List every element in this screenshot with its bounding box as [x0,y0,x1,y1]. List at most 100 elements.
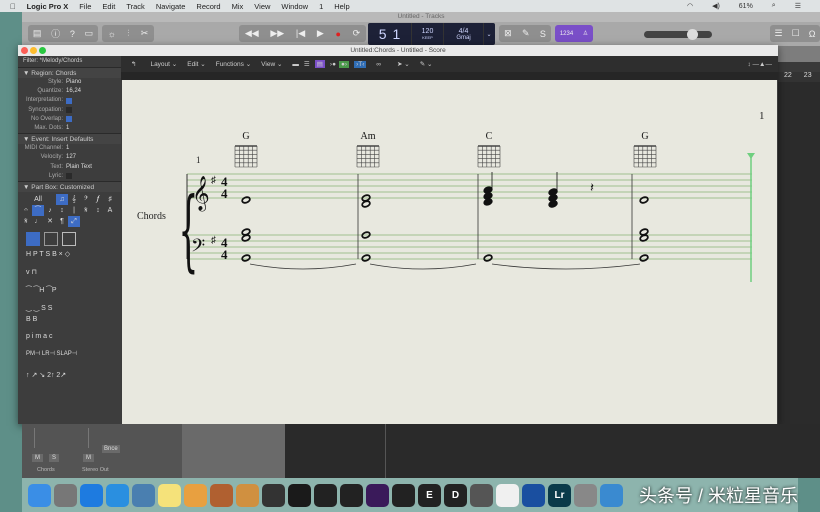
checkbox[interactable] [66,173,72,180]
dock-garageband-icon[interactable] [210,483,233,507]
partbox-dynamics[interactable]: 𝆑 [92,194,104,205]
partbox-l[interactable]: ✕ [44,216,56,227]
fingering-symbols[interactable]: p i m a c [18,333,121,340]
dock-safari-icon[interactable] [106,483,129,507]
toolbar-icon[interactable]: ▭ [85,28,94,39]
wifi-icon[interactable]: ◠ [687,2,693,10]
midi-in-icon[interactable]: ›● [330,61,336,68]
inspector-row[interactable]: Lyric: [18,172,121,181]
dock-notes-icon[interactable] [158,483,181,507]
menu-navigate[interactable]: Navigate [156,2,186,11]
chord-grid-medium-icon[interactable] [44,231,58,246]
tab-symbols-3[interactable]: ‿ ‿ S S [18,304,121,312]
menu-view[interactable]: View [254,2,270,11]
partbox-h[interactable]: ↕ [92,205,104,216]
technique-symbols[interactable]: PM⊣ LR⊣ SLAP⊣ [18,350,121,357]
event-header[interactable]: ▼ Event: Insert Defaults [18,133,121,145]
help-icon[interactable]: ? [70,29,75,39]
mute-button-chords[interactable]: M [32,454,43,462]
chord-grid-large-icon[interactable] [62,231,76,246]
dock-logic-icon[interactable] [262,483,285,507]
play-icon[interactable]: ▶ [317,28,324,39]
menu-track[interactable]: Track [126,2,144,11]
pencil-tool[interactable]: ✎ ⌄ [420,60,433,68]
editors-icon[interactable]: ✂ [141,28,149,39]
partbox-header[interactable]: ▼ Part Box: Customized [18,180,121,192]
dock-affinity-icon[interactable] [288,483,311,507]
dock-preview-icon[interactable] [132,483,155,507]
inspector-value[interactable]: 127 [66,153,76,162]
tab-symbols-2[interactable]: ⁀ ⁀H ⁀P [18,286,121,294]
inspector-value[interactable]: 1 [66,124,69,133]
cycle-icon[interactable]: ⟳ [353,28,361,39]
score-page[interactable]: {Chords 1 1 𝄞 𝄢 ♯ ♯ 4 4 4 4 G Am C G 𝄽 [122,80,777,424]
menu-record[interactable]: Record [196,2,220,11]
page-view-icon[interactable]: ▤ [314,60,325,68]
solo-icon[interactable]: S [540,29,546,39]
partbox-all[interactable]: All [20,194,56,205]
inspector-row[interactable]: Text: Plain Text [18,163,121,172]
dock-finder-icon[interactable] [28,483,51,507]
partbox-bass[interactable]: 𝄢 [80,194,92,205]
minimize-button[interactable] [30,47,37,54]
checkbox[interactable] [66,116,72,123]
partbox-b[interactable]: 𝄐 [20,205,32,216]
pointer-tool[interactable]: ➤ ⌄ [397,60,410,68]
list-editors-icon[interactable]: ☰ [775,28,783,39]
inspector-icon[interactable]: ⓘ [51,27,60,40]
dock-spot-icon[interactable] [600,483,623,507]
partbox-i[interactable]: A [104,205,116,216]
menu-1[interactable]: 1 [319,2,323,11]
tab-letters[interactable]: H P T S B × ◇ [18,250,121,258]
menu-mix[interactable]: Mix [232,2,244,11]
dock-keyboard-icon[interactable] [392,483,415,507]
inspector-row[interactable]: Interpretation: [18,96,121,105]
dock-unity-icon[interactable] [522,483,545,507]
partbox-k[interactable]: ♩ [32,216,44,227]
loop-browser-icon[interactable]: Ω [809,29,816,39]
lcd-dropdown-icon[interactable]: ⌄ [484,23,494,45]
chord-grid-small-icon[interactable] [26,231,40,246]
dock-sibelius-icon[interactable] [366,483,389,507]
inspector-row[interactable]: Syncopation: [18,106,121,115]
inspector-value[interactable]: 16,24 [66,87,81,96]
bounce-button[interactable]: Bnce [102,445,120,453]
zoom-slider[interactable]: ↕ —▲— [748,61,773,68]
partbox-a[interactable]: ♯ [104,194,116,205]
partbox-j[interactable]: 𝄋 [20,216,32,227]
inspector-value[interactable]: Piano [66,78,81,87]
inspector-row[interactable]: MIDI Channel: 1 [18,144,121,153]
functions-menu[interactable]: Functions ⌄ [216,60,251,68]
checkbox[interactable] [66,97,72,104]
menu-app[interactable]: Logic Pro X [27,2,69,11]
partbox-notes[interactable]: ♫ [56,193,68,205]
inspector-row[interactable]: Quantize: 16,24 [18,87,121,96]
tab-symbols-4[interactable]: B B [18,316,121,323]
dock-lr-icon[interactable]: Lr [548,483,571,507]
menu-window[interactable]: Window [281,2,308,11]
partbox-clefs[interactable]: 𝄞 [68,194,80,205]
lcd-display[interactable]: 51 120 KEEP 4/4 Gmaj ⌄ [368,23,495,45]
region-header[interactable]: ▼ Region: Chords [18,67,121,78]
record-icon[interactable]: ● [335,29,340,39]
dock-mainstage-icon[interactable] [236,483,259,507]
partbox-f[interactable]: | [68,205,80,216]
library-icon[interactable]: ▤ [33,28,42,39]
dock-app-store-icon[interactable] [80,483,103,507]
tuner-icon[interactable]: ⊠ [504,28,512,39]
tab-symbols-1[interactable]: v ⊓ [18,268,121,276]
inspector-row[interactable]: Velocity: 127 [18,153,121,162]
catch-icon[interactable]: ›T‹ [354,60,367,68]
apple-icon[interactable]:  [10,2,16,11]
dock-d-icon[interactable]: D [444,483,467,507]
forward-icon[interactable]: ▶▶ [270,28,284,39]
partbox-e[interactable]: ↕ [56,205,68,216]
count-in-button[interactable]: 1234 [560,31,573,37]
back-icon[interactable]: ↰ [131,60,136,68]
partbox-m[interactable]: ¶ [56,216,68,227]
inspector-row[interactable]: Style: Piano [18,78,121,87]
menu-help[interactable]: Help [334,2,349,11]
dock-pages-icon[interactable] [184,483,207,507]
layout-menu[interactable]: Layout ⌄ [150,60,177,68]
view-menu[interactable]: View ⌄ [261,60,282,68]
